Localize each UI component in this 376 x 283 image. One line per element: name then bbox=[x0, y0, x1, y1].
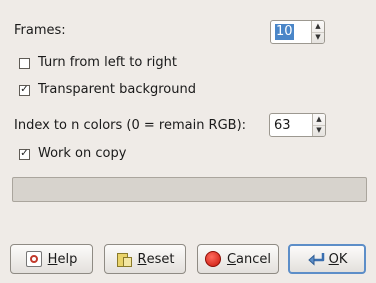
progress-bar bbox=[12, 177, 367, 202]
index-colors-label: Index to n colors (0 = remain RGB): bbox=[14, 118, 247, 133]
frames-label: Frames: bbox=[14, 23, 66, 38]
ok-icon bbox=[307, 251, 324, 267]
index-colors-decrement-icon[interactable]: ▼ bbox=[313, 124, 325, 137]
transparent-background-label: Transparent background bbox=[38, 82, 196, 97]
checkbox-checked-icon[interactable]: ✓ bbox=[19, 84, 30, 96]
index-colors-increment-icon[interactable]: ▲ bbox=[313, 114, 325, 125]
reset-button[interactable]: Reset bbox=[104, 244, 186, 274]
frames-input[interactable]: 10 bbox=[271, 21, 311, 43]
turn-left-to-right-label: Turn from left to right bbox=[38, 55, 177, 70]
transparent-background-checkbox[interactable]: ✓ Transparent background bbox=[19, 82, 196, 98]
help-button-label: Help bbox=[47, 251, 78, 267]
cancel-button-label: Cancel bbox=[226, 251, 272, 267]
checkbox-checked-icon[interactable]: ✓ bbox=[19, 148, 30, 160]
checkbox-unchecked-icon[interactable] bbox=[19, 57, 30, 69]
ok-button-label: OK bbox=[328, 251, 348, 267]
help-icon bbox=[25, 251, 42, 267]
help-button[interactable]: Help bbox=[10, 244, 93, 274]
work-on-copy-checkbox[interactable]: ✓ Work on copy bbox=[19, 146, 126, 162]
index-colors-input[interactable]: 63 bbox=[270, 114, 312, 136]
work-on-copy-label: Work on copy bbox=[38, 146, 127, 161]
reset-icon bbox=[116, 251, 132, 267]
reset-button-label: Reset bbox=[137, 251, 175, 267]
ok-button[interactable]: OK bbox=[288, 244, 366, 274]
index-colors-spinbox[interactable]: 63 ▲ ▼ bbox=[269, 113, 326, 137]
turn-left-to-right-checkbox[interactable]: Turn from left to right bbox=[19, 55, 177, 71]
frames-spinbox[interactable]: 10 ▲ ▼ bbox=[270, 20, 325, 44]
frames-increment-icon[interactable]: ▲ bbox=[312, 21, 324, 32]
frames-decrement-icon[interactable]: ▼ bbox=[312, 31, 324, 44]
cancel-icon bbox=[204, 251, 221, 267]
cancel-button[interactable]: Cancel bbox=[197, 244, 279, 274]
